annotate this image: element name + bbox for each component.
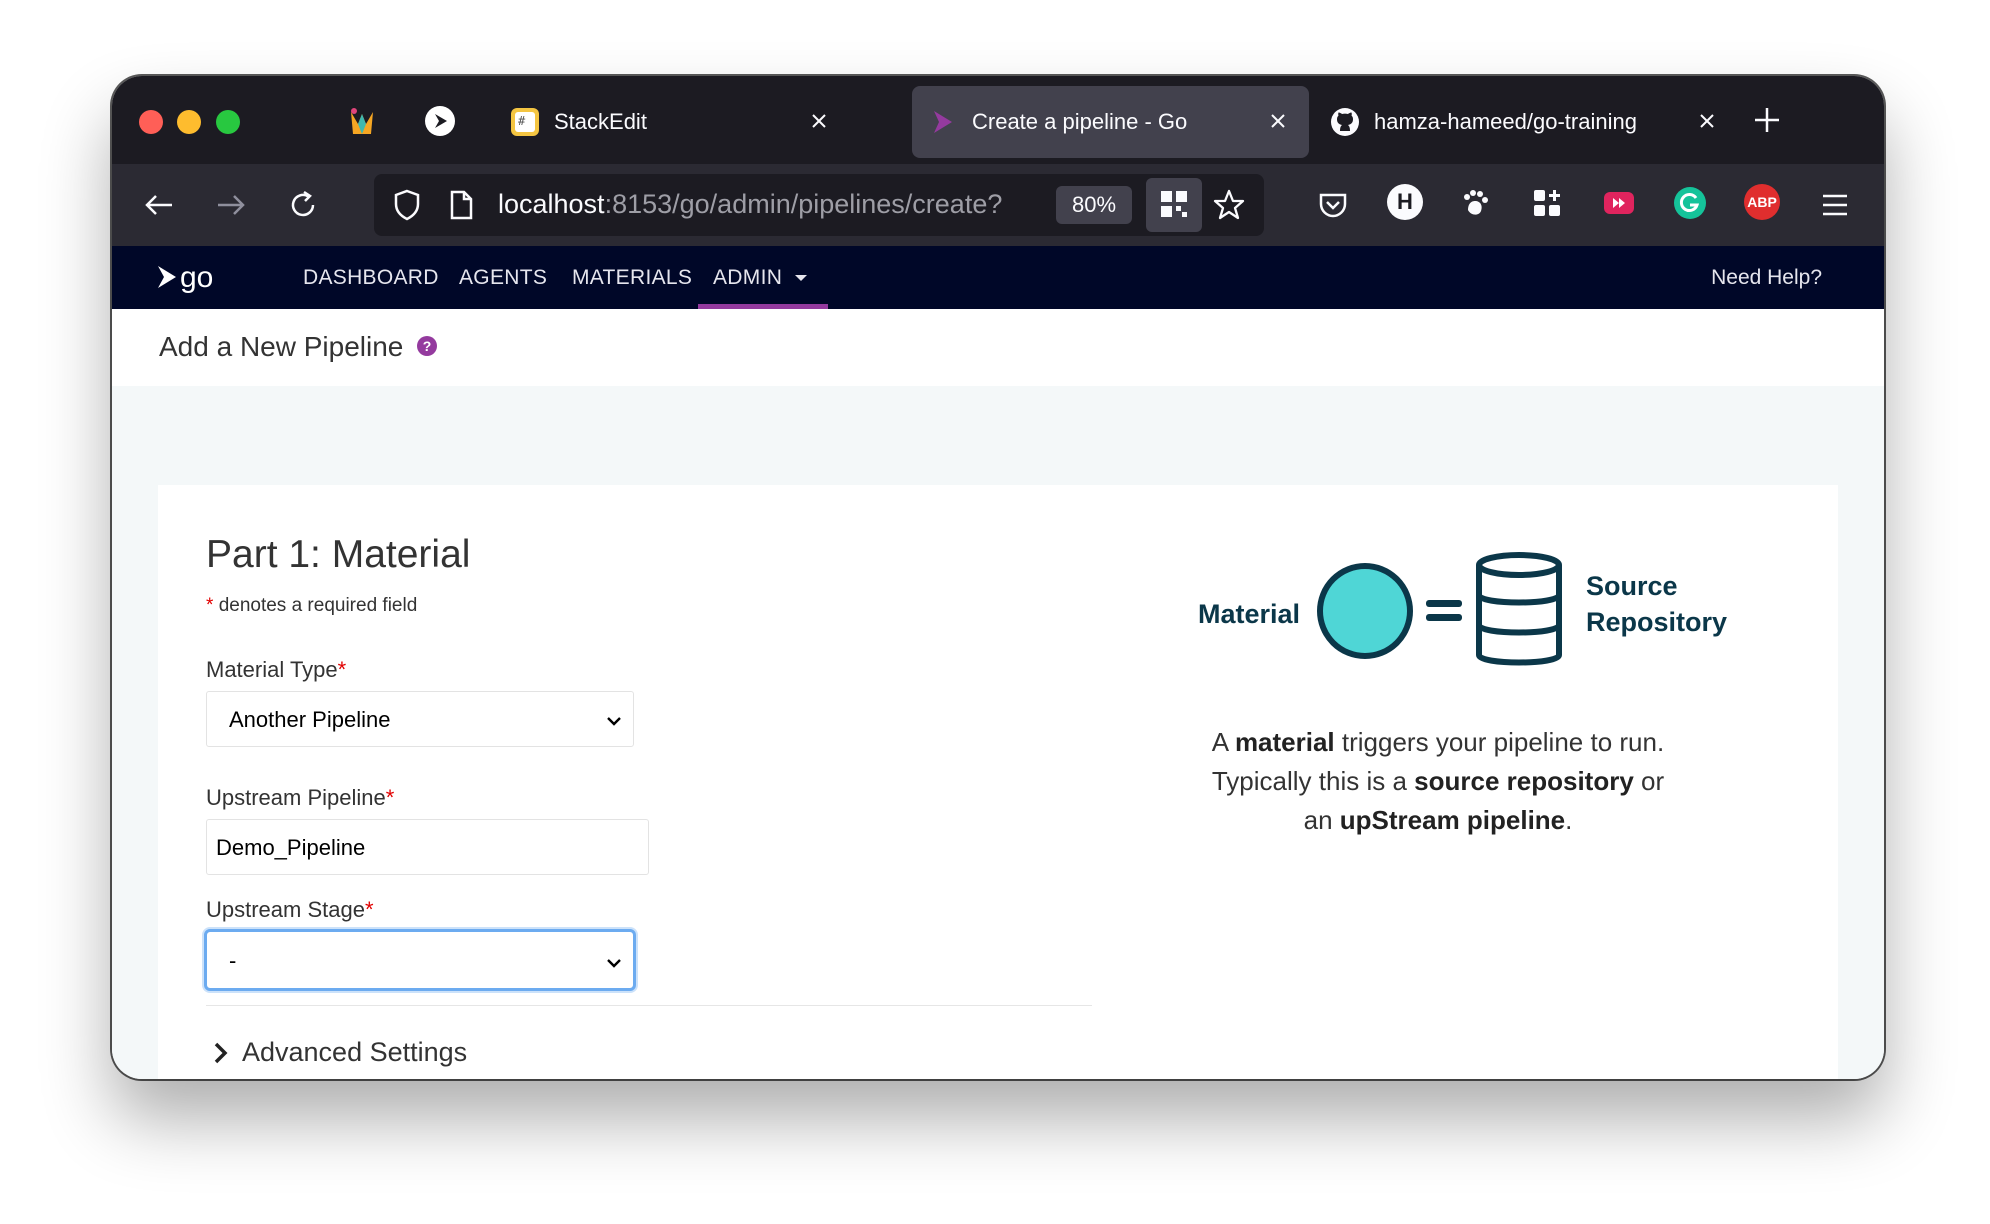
tab-title: hamza-hameed/go-training — [1374, 109, 1637, 134]
material-card: Part 1: Material * denotes a required fi… — [158, 485, 1838, 1079]
desc-text: Typically this is a — [1211, 766, 1415, 796]
app-header: go DASHBOARD AGENTS MATERIALS ADMIN Need… — [112, 246, 1884, 309]
advanced-settings-label: Advanced Settings — [242, 1037, 468, 1067]
nav-admin[interactable]: ADMIN — [713, 266, 808, 290]
close-tab-icon[interactable] — [1694, 108, 1720, 134]
minimize-window-button[interactable] — [177, 110, 201, 134]
tab-stackedit[interactable]: # StackEdit — [510, 86, 850, 158]
url-bar[interactable]: localhost:8153/go/admin/pipelines/create… — [374, 174, 1264, 236]
page-icon[interactable] — [444, 188, 478, 222]
upstream-stage-label-text: Upstream Stage — [206, 897, 365, 922]
nav-dashboard[interactable]: DASHBOARD — [303, 266, 439, 290]
close-tab-icon[interactable] — [1265, 108, 1291, 134]
diagram-material-label: Material — [1198, 599, 1301, 629]
advanced-settings-toggle[interactable]: Advanced Settings — [212, 1037, 467, 1068]
desc-text: . — [1565, 805, 1573, 835]
page-header: Add a New Pipeline ? — [112, 309, 1884, 386]
desc-text: triggers your pipeline to run. — [1334, 727, 1665, 757]
svg-text:#: # — [518, 114, 526, 128]
equals-icon — [1426, 600, 1462, 621]
material-type-select[interactable]: Another Pipeline — [206, 691, 634, 747]
desc-bold: source repository — [1414, 766, 1634, 796]
forward-arrow-icon[interactable] — [214, 188, 248, 222]
video-extension-icon[interactable] — [1602, 186, 1636, 220]
back-arrow-icon[interactable] — [142, 188, 176, 222]
url-text[interactable]: localhost:8153/go/admin/pipelines/create… — [498, 189, 1058, 220]
material-type-label: Material Type* — [206, 657, 346, 683]
menu-hamburger-icon[interactable] — [1818, 188, 1852, 222]
nav-agents[interactable]: AGENTS — [459, 266, 547, 290]
material-circle-icon — [1317, 563, 1413, 659]
pinned-tab-app-icon[interactable] — [345, 104, 379, 138]
tab-github[interactable]: hamza-hameed/go-training — [1330, 86, 1720, 158]
required-asterisk: * — [337, 657, 347, 682]
close-window-button[interactable] — [139, 110, 163, 134]
diagram-source-label: Source — [1586, 571, 1678, 601]
material-diagram: Material Source Repository — [1198, 551, 1738, 681]
upstream-pipeline-value: Demo_Pipeline — [216, 835, 366, 860]
part-title: Part 1: Material — [206, 533, 471, 576]
required-note-text: denotes a required field — [218, 595, 418, 616]
zoom-level-badge[interactable]: 80% — [1056, 186, 1132, 224]
pocket-icon[interactable] — [1316, 188, 1350, 222]
material-description: A material triggers your pipeline to run… — [1158, 723, 1718, 840]
desc-text: an — [1303, 805, 1340, 835]
material-type-label-text: Material Type — [206, 657, 338, 682]
reload-icon[interactable] — [286, 188, 320, 222]
required-note: * denotes a required field — [206, 595, 417, 617]
paw-extension-icon[interactable] — [1458, 186, 1492, 220]
nav-admin-label: ADMIN — [713, 266, 783, 289]
database-cylinder-icon — [1476, 552, 1562, 666]
section-divider — [206, 1005, 1092, 1006]
desc-bold: upStream pipeline — [1339, 805, 1566, 835]
stackedit-favicon-icon: # — [511, 108, 539, 136]
required-asterisk: * — [385, 785, 395, 810]
material-type-value: Another Pipeline — [229, 707, 391, 732]
need-help-link[interactable]: Need Help? — [1711, 266, 1822, 290]
required-asterisk: * — [206, 595, 214, 616]
upstream-pipeline-label-text: Upstream Pipeline — [206, 785, 386, 810]
gocd-favicon-icon — [934, 111, 952, 133]
desc-bold: material — [1234, 727, 1335, 757]
tab-create-pipeline[interactable]: Create a pipeline - Go — [912, 86, 1309, 158]
new-tab-plus-icon[interactable] — [1749, 102, 1785, 138]
logo-text: go — [180, 261, 213, 294]
chevron-down-icon — [607, 717, 621, 726]
upstream-pipeline-input[interactable]: Demo_Pipeline — [206, 819, 649, 875]
github-favicon-icon — [1331, 108, 1359, 136]
zoom-window-button[interactable] — [216, 110, 240, 134]
browser-window: # StackEdit Create a pipeline - Go hamza… — [112, 76, 1884, 1079]
help-question-icon[interactable]: ? — [417, 336, 437, 356]
desc-text: or — [1633, 766, 1665, 796]
qr-code-icon — [1161, 191, 1187, 217]
qr-code-button[interactable] — [1146, 178, 1202, 232]
gocd-logo[interactable]: go — [156, 260, 236, 301]
tab-bar: # StackEdit Create a pipeline - Go hamza… — [112, 76, 1884, 164]
extensions-puzzle-icon[interactable] — [1530, 186, 1564, 220]
upstream-stage-select[interactable]: - — [204, 929, 636, 991]
grammarly-icon[interactable] — [1673, 186, 1707, 220]
bookmark-star-icon[interactable] — [1212, 188, 1246, 222]
upstream-pipeline-label: Upstream Pipeline* — [206, 785, 394, 811]
tab-title: StackEdit — [554, 109, 647, 134]
nav-materials[interactable]: MATERIALS — [572, 266, 692, 290]
desc-text: A — [1211, 727, 1235, 757]
caret-down-icon — [795, 275, 808, 282]
pinned-tab-play-icon[interactable] — [423, 104, 457, 138]
h-extension-icon[interactable]: H — [1387, 184, 1423, 220]
upstream-stage-value: - — [229, 948, 237, 973]
chevron-right-icon — [214, 1042, 228, 1063]
page-title: Add a New Pipeline — [159, 331, 404, 362]
browser-toolbar: localhost:8153/go/admin/pipelines/create… — [112, 164, 1884, 246]
required-asterisk: * — [364, 897, 374, 922]
chevron-down-icon — [607, 959, 621, 968]
tab-title: Create a pipeline - Go — [972, 109, 1188, 134]
adblock-plus-icon[interactable]: ABP — [1744, 184, 1780, 220]
close-tab-icon[interactable] — [806, 108, 832, 134]
gocd-logo-mark-icon: go — [158, 261, 213, 294]
shield-icon[interactable] — [390, 188, 424, 222]
diagram-repository-label: Repository — [1586, 607, 1728, 637]
upstream-stage-label: Upstream Stage* — [206, 897, 374, 923]
